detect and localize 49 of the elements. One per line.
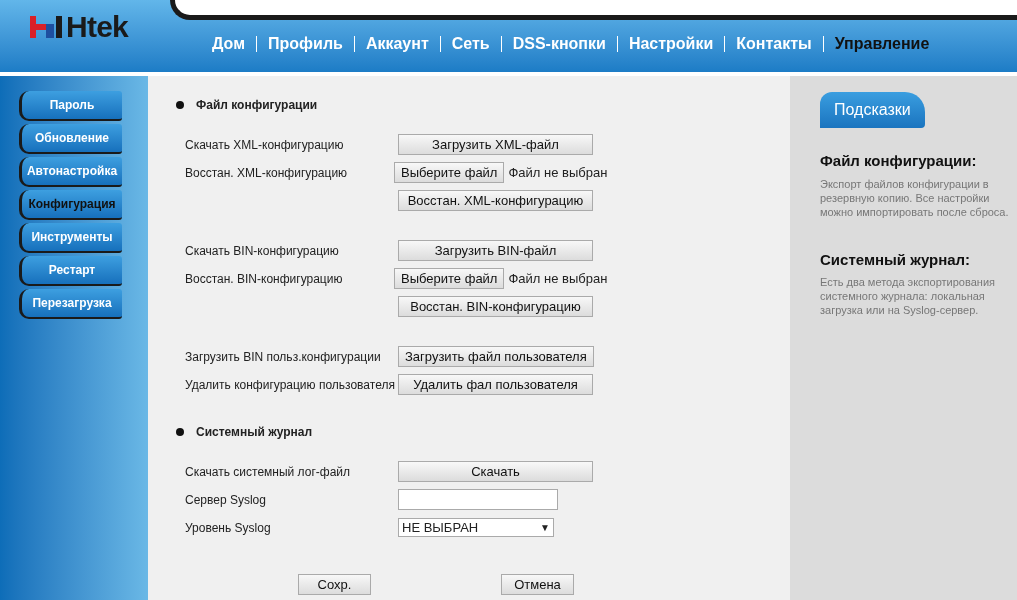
logo-icon [30,14,64,40]
field-label: Загрузить BIN польз.конфигурации [184,348,382,366]
nav-tab[interactable]: Профиль [268,32,343,56]
action-button[interactable]: Удалить фал пользователя [398,374,593,395]
action-button[interactable]: Выберите файл [394,268,505,289]
action-button[interactable]: Скачать [398,461,593,482]
action-button[interactable]: Загрузить файл пользователя [398,346,594,367]
sidebar-tab[interactable]: Пароль [19,91,122,121]
field-label: Восстан. BIN-конфигурацию [184,270,344,288]
input-field[interactable] [398,489,558,510]
sidebar-tab[interactable]: Инструменты [19,223,122,253]
hint-heading: Системный журнал: [820,249,972,270]
action-button[interactable]: Восстан. BIN-конфигурацию [398,296,593,317]
action-button[interactable]: Выберите файл [394,162,505,183]
sidebar-tab[interactable]: Рестарт [19,256,122,286]
nav-tab[interactable]: Настройки [628,32,714,56]
action-button[interactable]: Отмена [501,574,574,595]
nav-tab[interactable]: DSS-кнопки [512,32,606,56]
file-status: Файл не выбран [508,269,608,288]
field-label: Скачать BIN-конфигурацию [184,242,340,260]
field-label: Сервер Syslog [184,491,267,509]
hint-heading: Файл конфигурации: [820,151,978,171]
file-status: Файл не выбран [508,163,608,182]
section-title: Системный журнал [196,424,313,441]
action-button[interactable]: Загрузить XML-файл [398,134,593,155]
hint-text: Экспорт файлов конфигурации в резервную копию. Все настройки можно импортировать после сброса. [820,176,1009,219]
field-label: Скачать XML-конфигурацию [184,136,345,154]
action-button[interactable]: Сохр. [298,574,371,595]
action-button[interactable]: Загрузить BIN-файл [398,240,593,261]
bullet-icon [176,428,184,436]
sidebar-tab[interactable]: Перезагрузка [19,289,122,319]
sidebar-tab[interactable]: Автонастройка [19,157,122,187]
field-label: Скачать системный лог-файл [184,463,352,481]
nav-tab[interactable]: Контакты [736,32,812,56]
field-label: Восстан. XML-конфигурацию [184,164,349,182]
hint-text: Есть два метода экспортирования системного журнала: локальная загрузка или на Syslog-сервер. [820,275,996,317]
field-label: Удалить конфигурацию пользователя [184,376,396,394]
sidebar-tab[interactable]: Обновление [19,124,122,154]
nav-tab[interactable]: Сеть [451,32,490,56]
nav-tab[interactable]: Дом [212,32,245,56]
field-label: Уровень Syslog [184,519,272,537]
nav-tab[interactable]: Управление [834,32,930,56]
section-title: Файл конфигурации [196,97,318,114]
logo-text: Htek [66,12,129,42]
nav-tab[interactable]: Аккаунт [365,32,429,56]
dropdown[interactable]: НЕ ВЫБРАН ▼ [398,518,554,537]
action-button[interactable]: Восстан. XML-конфигурацию [398,190,593,211]
bullet-icon [176,101,184,109]
sidebar-tab[interactable]: Конфигурация [19,190,122,220]
